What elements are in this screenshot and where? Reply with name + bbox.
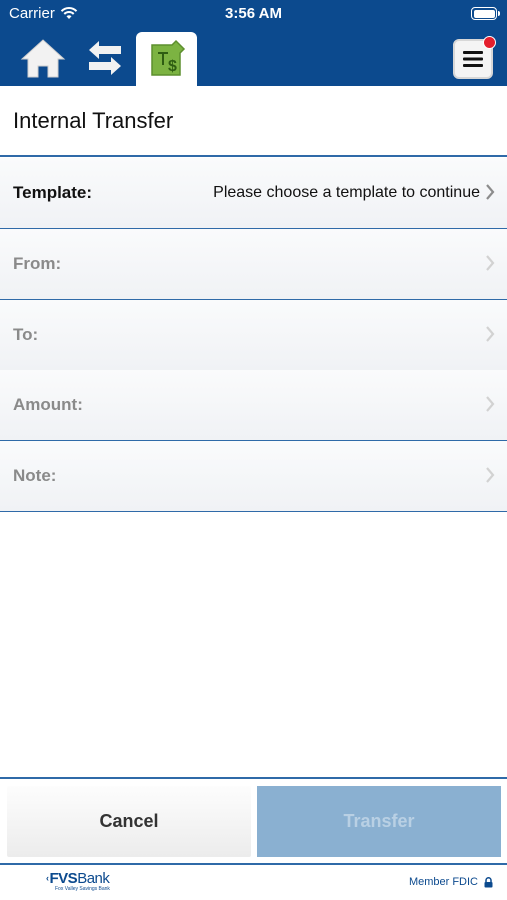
- cancel-button[interactable]: Cancel: [7, 786, 251, 857]
- amount-row[interactable]: Amount:: [0, 370, 507, 441]
- bank-logo: ‹FVSBank Fox Valley Savings Bank: [46, 871, 110, 892]
- battery-icon: [471, 7, 500, 20]
- amount-label: Amount:: [13, 395, 83, 414]
- chevron-right-icon: [486, 467, 495, 483]
- template-row[interactable]: Template: Please choose a template to co…: [0, 158, 507, 229]
- transfer-button[interactable]: Transfer: [257, 786, 501, 857]
- status-time: 3:56 AM: [225, 5, 282, 22]
- transfer-arrows-icon: [89, 41, 121, 75]
- chevron-right-icon: [486, 184, 495, 200]
- status-bar: Carrier 3:56 AM: [0, 0, 507, 28]
- template-label: Template:: [13, 183, 93, 202]
- bank-logo-fvs: FVS: [49, 870, 78, 887]
- bank-logo-suffix: Bank: [77, 870, 110, 887]
- svg-text:$: $: [168, 58, 177, 75]
- transfers-button[interactable]: [76, 30, 134, 86]
- to-label: To:: [13, 325, 39, 344]
- from-label: From:: [13, 254, 62, 273]
- bank-logo-name: ‹FVSBank: [46, 870, 110, 887]
- divider: [0, 863, 507, 865]
- chevron-right-icon: [486, 396, 495, 412]
- chevron-right-icon: [486, 326, 495, 342]
- page-title: Internal Transfer: [0, 86, 507, 157]
- lock-icon: [484, 876, 493, 887]
- nav-bar: $: [0, 28, 507, 86]
- menu-button[interactable]: [453, 36, 496, 79]
- notification-badge: [483, 36, 496, 49]
- internal-transfer-icon: $: [150, 39, 185, 76]
- fdic-label: Member FDIC: [408, 876, 478, 888]
- from-row[interactable]: From:: [0, 229, 507, 300]
- divider: [0, 777, 507, 779]
- to-row[interactable]: To:: [0, 300, 507, 371]
- template-value: Please choose a template to continue: [213, 184, 480, 201]
- note-row[interactable]: Note:: [0, 441, 507, 512]
- note-label: Note:: [13, 466, 57, 485]
- chevron-right-icon: [486, 255, 495, 271]
- home-icon: [20, 39, 66, 78]
- fdic-notice: Member FDIC: [409, 876, 493, 888]
- internal-transfer-tab[interactable]: $: [136, 32, 197, 86]
- menu-icon: [463, 51, 483, 67]
- home-button[interactable]: [14, 30, 72, 86]
- bank-logo-tagline: Fox Valley Savings Bank: [55, 886, 110, 892]
